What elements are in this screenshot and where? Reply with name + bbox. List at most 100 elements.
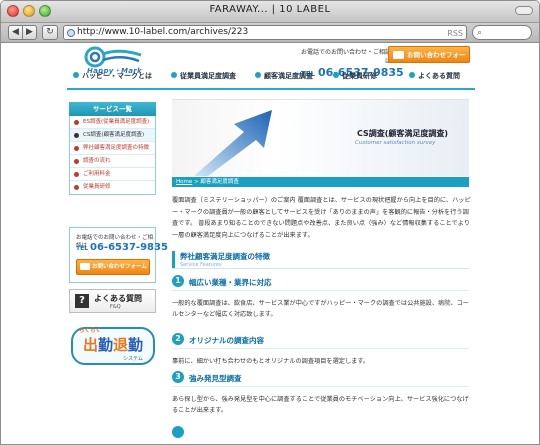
breadcrumb: Home > 顧客満足度調査 bbox=[172, 177, 469, 187]
feature-title: 強み発見型調査 bbox=[189, 374, 242, 383]
nav-bullet-icon bbox=[333, 72, 339, 78]
globe-icon bbox=[67, 29, 75, 37]
nav-label: 従業員満足度調査 bbox=[180, 72, 236, 80]
faq-title: よくある質問 bbox=[94, 294, 142, 303]
banner-char: 勤 bbox=[128, 336, 144, 354]
url-text: http://www.10-label.com/archives/223 bbox=[77, 27, 249, 37]
sidebar-item-cs-survey[interactable]: CS調査(顧客満足度調査) bbox=[70, 129, 155, 142]
sidebar-tel: TEL 06-6537-9835 bbox=[76, 242, 168, 253]
section-title: 弊社顧客満足度調査の特徴 bbox=[180, 252, 270, 261]
intro-text: 覆面調査（ミステリーショッパー）のご案内 覆面調査とは、サービスの現状把握から向… bbox=[172, 197, 471, 239]
sidebar-item-label: CS調査(顧客満足度調査) bbox=[83, 132, 145, 138]
sidebar-item-es-survey[interactable]: ES調査(従業員満足度調査) bbox=[70, 116, 155, 129]
back-button[interactable]: ◀ bbox=[8, 25, 23, 40]
title-bar: FARAWAY... | 10 LABEL bbox=[1, 1, 539, 23]
section-divider bbox=[172, 268, 469, 269]
nav-bullet-icon bbox=[73, 72, 79, 78]
mail-icon bbox=[80, 263, 90, 270]
sidebar-item-label: ご利用料金 bbox=[83, 171, 111, 177]
section-accent-bar bbox=[172, 251, 175, 268]
web-page: Happy・Mark お電話でのお問い合わせ・ご相談は TEL06-6537-9… bbox=[1, 43, 539, 444]
search-icon: ⌕ bbox=[477, 28, 483, 38]
service-sidebar: サービス一覧 ES調査(従業員満足度調査) CS調査(顧客満足度調査) 弊社顧客… bbox=[69, 102, 156, 195]
logo-swirl-icon bbox=[84, 46, 142, 68]
feature-body: 一般的な覆面調査は、飲食店、サービス業が中心ですがハッピー・マークの調査では公共… bbox=[172, 300, 469, 318]
browser-window: FARAWAY... | 10 LABEL ◀ ▶ ↻ http://www.1… bbox=[0, 0, 540, 445]
sidebar-list: ES調査(従業員満足度調査) CS調査(顧客満足度調査) 弊社顧客満足度調査の特… bbox=[69, 116, 156, 195]
bullet-icon bbox=[74, 159, 79, 164]
feature-divider bbox=[172, 290, 469, 291]
sidebar-item-label: 弊社顧客満足度調査の特徴 bbox=[83, 145, 150, 151]
arrow-graphic-icon bbox=[194, 110, 272, 176]
banner-char: 出 bbox=[83, 336, 99, 354]
next-feature-badge bbox=[172, 426, 184, 438]
page-banner: CS調査(顧客満足度調査) Customer satisfaction surv… bbox=[172, 99, 469, 176]
sidebar-contact-box: お電話でのお問い合わせ・ご相談は TEL 06-6537-9835 お問い合わせフ… bbox=[69, 227, 168, 283]
bullet-icon bbox=[74, 120, 79, 125]
browser-toolbar: ◀ ▶ ↻ http://www.10-label.com/archives/2… bbox=[1, 23, 539, 43]
feature-number-badge: 1 bbox=[172, 275, 184, 287]
bullet-icon bbox=[74, 172, 79, 177]
banner-title: CS調査(顧客満足度調査) bbox=[357, 129, 449, 138]
bullet-icon bbox=[74, 146, 79, 151]
nav-bullet-icon bbox=[171, 72, 177, 78]
feature-title: オリジナルの調査内容 bbox=[189, 336, 264, 345]
sidebar-item-pricing[interactable]: ご利用料金 bbox=[70, 168, 155, 181]
reload-button[interactable]: ↻ bbox=[42, 25, 58, 40]
forward-button[interactable]: ▶ bbox=[22, 25, 37, 40]
nav-label: ハッピー・マークとは bbox=[82, 72, 152, 80]
attendance-system-banner[interactable]: らくらく 出勤退勤 システム bbox=[69, 325, 156, 367]
mail-icon bbox=[393, 51, 404, 59]
nav-bullet-icon bbox=[409, 72, 415, 78]
search-field[interactable]: ⌕ bbox=[472, 25, 532, 40]
banner-char: 勤 bbox=[98, 336, 114, 354]
breadcrumb-current: 顧客満足度調査 bbox=[200, 179, 239, 185]
nav-item-training[interactable]: 従業員研修 bbox=[333, 71, 377, 81]
bullet-icon bbox=[74, 133, 79, 138]
sidebar-item-training[interactable]: 従業員研修 bbox=[70, 181, 155, 194]
feature-title: 幅広い業種・業界に対応 bbox=[189, 278, 272, 287]
window-title: FARAWAY... | 10 LABEL bbox=[209, 4, 331, 15]
sidebar-inquiry-label: お問い合わせフォーム bbox=[92, 264, 147, 270]
nav-label: 従業員研修 bbox=[342, 72, 377, 80]
sidebar-item-label: 調査の流れ bbox=[83, 158, 111, 164]
address-bar[interactable]: http://www.10-label.com/archives/223 RSS bbox=[63, 25, 467, 40]
site-header: Happy・Mark お電話でのお問い合わせ・ご相談は TEL06-6537-9… bbox=[1, 43, 539, 90]
attendance-banner-title: 出勤退勤 bbox=[83, 334, 143, 355]
nav-label: よくある質問 bbox=[418, 72, 460, 80]
nav-bullet-icon bbox=[255, 72, 261, 78]
breadcrumb-home-link[interactable]: Home bbox=[176, 179, 192, 185]
nav-item-cs-survey[interactable]: 顧客満足度調査 bbox=[255, 71, 313, 81]
feature-body: 事前に、細かい打ち合わせのもとオリジナルの調査項目を選定します。 bbox=[172, 358, 370, 365]
nav-divider bbox=[67, 88, 475, 90]
nav-label: 顧客満足度調査 bbox=[264, 72, 313, 80]
sidebar-heading: サービス一覧 bbox=[69, 102, 156, 116]
sidebar-item-flow[interactable]: 調査の流れ bbox=[70, 155, 155, 168]
nav-item-about[interactable]: ハッピー・マークとは bbox=[73, 71, 152, 81]
main-nav: ハッピー・マークとは 従業員満足度調査 顧客満足度調査 従業員研修 よくある質問 bbox=[67, 71, 475, 85]
banner-char: 退 bbox=[113, 336, 129, 354]
toolbar-toggle-button[interactable] bbox=[515, 6, 533, 15]
nav-item-faq[interactable]: よくある質問 bbox=[409, 71, 460, 81]
nav-item-es-survey[interactable]: 従業員満足度調査 bbox=[171, 71, 236, 81]
sidebar-item-features[interactable]: 弊社顧客満足度調査の特徴 bbox=[70, 142, 155, 155]
sidebar-faq-banner[interactable]: ? よくある質問 F&Q bbox=[69, 289, 156, 313]
attendance-banner-top: らくらく bbox=[79, 328, 102, 334]
feature-body: あら探し型から、強み発見型を中心に調査することで従業員のモチベーション向上、サー… bbox=[172, 396, 469, 414]
section-heading: 弊社顧客満足度調査の特徴 Service Features bbox=[172, 251, 469, 269]
question-icon: ? bbox=[75, 294, 89, 308]
attendance-banner-sub: システム bbox=[123, 356, 143, 362]
bullet-icon bbox=[74, 185, 79, 190]
feature-divider bbox=[172, 386, 469, 387]
faq-subtitle: F&Q bbox=[110, 304, 121, 310]
tel-number: 06-6537-9835 bbox=[90, 242, 168, 253]
feature-number-badge: 3 bbox=[172, 371, 184, 383]
header-inquiry-button[interactable]: お問い合わせフォーム bbox=[388, 46, 470, 76]
sidebar-item-label: 従業員研修 bbox=[83, 184, 111, 190]
feature-divider bbox=[172, 348, 469, 349]
rss-icon[interactable]: RSS bbox=[447, 27, 463, 40]
tel-prefix: TEL bbox=[76, 245, 89, 252]
sidebar-inquiry-button[interactable]: お問い合わせフォーム bbox=[76, 259, 150, 275]
feature-number-badge: 2 bbox=[172, 333, 184, 345]
banner-subtitle: Customer satisfaction survey bbox=[355, 140, 436, 146]
